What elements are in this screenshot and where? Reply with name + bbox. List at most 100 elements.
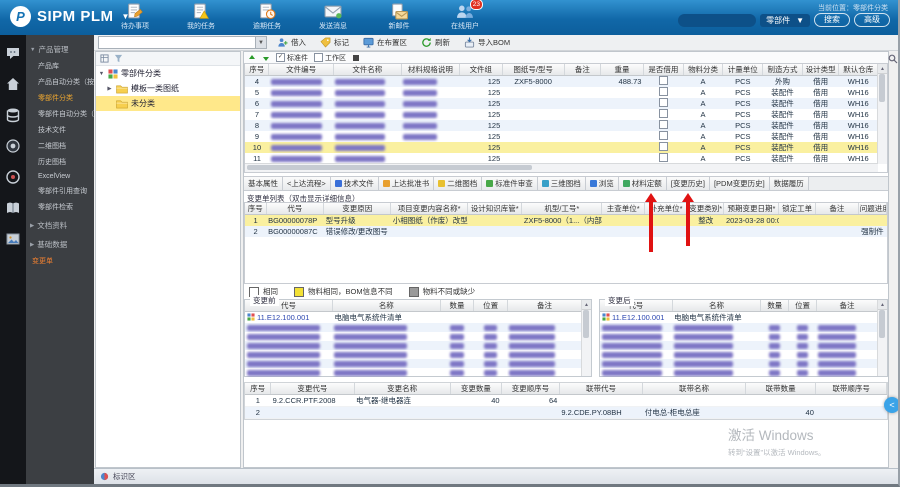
- column-header[interactable]: 位置: [789, 300, 817, 312]
- column-header[interactable]: 名称: [332, 300, 440, 312]
- column-header[interactable]: 补充单位*: [645, 203, 688, 215]
- table-row[interactable]: [600, 332, 878, 341]
- checkbox[interactable]: [314, 53, 323, 62]
- tab-变更历史[interactable]: [变更历史]: [667, 177, 710, 190]
- table-row[interactable]: 5125APCS装配件借用WH16: [245, 87, 878, 98]
- horizontal-scrollbar[interactable]: [245, 163, 878, 172]
- tab-技术文件[interactable]: 技术文件: [331, 177, 379, 190]
- table-row[interactable]: [245, 332, 582, 341]
- quick-search-input[interactable]: [98, 36, 256, 49]
- menu-item[interactable]: 技术文件: [26, 122, 94, 138]
- menu-section[interactable]: ▼产品管理: [26, 39, 94, 58]
- search-icon[interactable]: [888, 54, 898, 64]
- tab-标准件审查[interactable]: 标准件审查: [482, 177, 538, 190]
- menu-item-change-order[interactable]: 变更单: [26, 253, 94, 269]
- column-header[interactable]: 默认仓库: [839, 64, 878, 76]
- tab-上达批准书[interactable]: 上达批准书: [379, 177, 435, 190]
- scrollbar-thumb[interactable]: [247, 165, 532, 170]
- table-row[interactable]: 9125APCS装配件借用WH16: [245, 131, 878, 142]
- borrow-checkbox[interactable]: [659, 142, 668, 151]
- column-header[interactable]: 锁定工单: [779, 203, 815, 215]
- toolbar-person-button[interactable]: 借入: [274, 36, 309, 49]
- table-row[interactable]: [245, 341, 582, 350]
- menu-item[interactable]: 历史图档: [26, 154, 94, 170]
- column-header[interactable]: 问题进度: [858, 203, 886, 215]
- column-header[interactable]: 备注: [564, 64, 601, 76]
- global-search-input[interactable]: [678, 14, 756, 27]
- table-row[interactable]: 19.2.CCR.PTF.2008电气器-继电器连4064: [245, 395, 887, 407]
- column-header[interactable]: 联带数量: [745, 383, 816, 395]
- scrollbar-thumb[interactable]: [879, 74, 885, 102]
- tree-root-node[interactable]: ▼零部件分类: [96, 66, 240, 81]
- scroll-up-icon[interactable]: ▲: [878, 300, 887, 310]
- scrollbar-thumb[interactable]: [879, 310, 885, 338]
- table-row[interactable]: 2BG00000087C错误修改/更改图号强制件: [245, 226, 887, 237]
- table-row[interactable]: 29.2.CDE.PY.08BH付电总-柜电总座40: [245, 407, 887, 419]
- vertical-scrollbar[interactable]: ▲: [581, 300, 591, 376]
- column-header[interactable]: 材料规格说明: [401, 64, 459, 76]
- menu-item[interactable]: 零部件检索: [26, 199, 94, 215]
- borrow-checkbox[interactable]: [659, 76, 668, 85]
- column-header[interactable]: 代号: [266, 203, 324, 215]
- menu-item[interactable]: ExcelView: [26, 170, 94, 183]
- search-type-dropdown[interactable]: 零部件 ▼: [760, 14, 810, 27]
- toolbar-doc-warn-button[interactable]: 我的任务: [178, 3, 224, 31]
- column-header[interactable]: 是否借用: [643, 64, 683, 76]
- menu-section[interactable]: ▶基础数据: [26, 234, 94, 253]
- menu-item[interactable]: 零部件引用查询: [26, 183, 94, 199]
- column-header[interactable]: 物料分类: [683, 64, 723, 76]
- scrollbar-thumb[interactable]: [583, 310, 589, 338]
- borrow-checkbox[interactable]: [659, 120, 668, 129]
- tab-PDM变更历史[interactable]: [PDM变更历史]: [710, 177, 770, 190]
- tab-浏览[interactable]: 浏览: [586, 177, 619, 190]
- column-header[interactable]: 变更原因: [324, 203, 391, 215]
- tab-基本属性[interactable]: 基本属性: [244, 177, 283, 190]
- borrow-checkbox[interactable]: [659, 109, 668, 118]
- toolbar-mail-new-button[interactable]: 新邮件: [376, 3, 422, 31]
- table-row[interactable]: 8125APCS装配件借用WH16: [245, 120, 878, 131]
- tab-二维图档[interactable]: 二维图档: [434, 177, 482, 190]
- toolbar-mail-button[interactable]: 发送消息: [310, 3, 356, 31]
- column-header[interactable]: 文件名称: [333, 64, 401, 76]
- table-row[interactable]: [245, 359, 582, 368]
- column-header[interactable]: 变更代号: [271, 383, 354, 395]
- table-row[interactable]: [245, 368, 582, 377]
- toolbar-tag-button[interactable]: 标记: [317, 36, 352, 49]
- table-row[interactable]: 11.E12.100.001电脑电气系统件清单: [245, 312, 582, 324]
- table-row[interactable]: [600, 368, 878, 377]
- column-header[interactable]: 主查单位*: [602, 203, 645, 215]
- tab-三维图档[interactable]: 三维图档: [538, 177, 586, 190]
- table-row[interactable]: 6125APCS装配件借用WH16: [245, 98, 878, 109]
- borrow-checkbox[interactable]: [659, 153, 668, 162]
- column-header[interactable]: 变更类别*: [688, 203, 724, 215]
- table-row[interactable]: [600, 359, 878, 368]
- tree-filter-icon[interactable]: [114, 54, 123, 63]
- column-header[interactable]: 重量: [601, 64, 644, 76]
- column-header[interactable]: 计量单位: [723, 64, 763, 76]
- checkbox[interactable]: ✓: [276, 53, 285, 62]
- collapse-panel-button[interactable]: <: [884, 397, 900, 413]
- column-header[interactable]: 变更顺序号: [502, 383, 560, 395]
- borrow-checkbox[interactable]: [659, 131, 668, 140]
- column-header[interactable]: 位置: [474, 300, 508, 312]
- column-header[interactable]: 设计知识库管*: [468, 203, 522, 215]
- table-row[interactable]: [245, 350, 582, 359]
- table-row[interactable]: 4125ZXF5-8000488.73APCS外购借用WH16: [245, 76, 878, 88]
- tree-grid-icon[interactable]: [100, 54, 109, 63]
- column-header[interactable]: 设计类型: [802, 64, 839, 76]
- column-header[interactable]: 项目变更内容名称*: [391, 203, 468, 215]
- toolbar-users-button[interactable]: 23在线用户: [442, 3, 488, 31]
- menu-item[interactable]: 产品库: [26, 58, 94, 74]
- borrow-checkbox[interactable]: [659, 98, 668, 107]
- column-header[interactable]: 变更数量: [450, 383, 501, 395]
- vertical-scrollbar[interactable]: ▲: [877, 300, 887, 376]
- column-header[interactable]: 备注: [507, 300, 581, 312]
- table-row[interactable]: [600, 323, 878, 332]
- column-header[interactable]: 变更名称: [354, 383, 450, 395]
- column-header[interactable]: 机型/工号*: [522, 203, 602, 215]
- toolbar-doc-clock-button[interactable]: 逾期任务: [244, 3, 290, 31]
- column-header[interactable]: 备注: [816, 300, 877, 312]
- borrow-checkbox[interactable]: [659, 87, 668, 96]
- column-header[interactable]: 数量: [440, 300, 474, 312]
- toolbar-refresh-button[interactable]: 刷新: [418, 36, 453, 49]
